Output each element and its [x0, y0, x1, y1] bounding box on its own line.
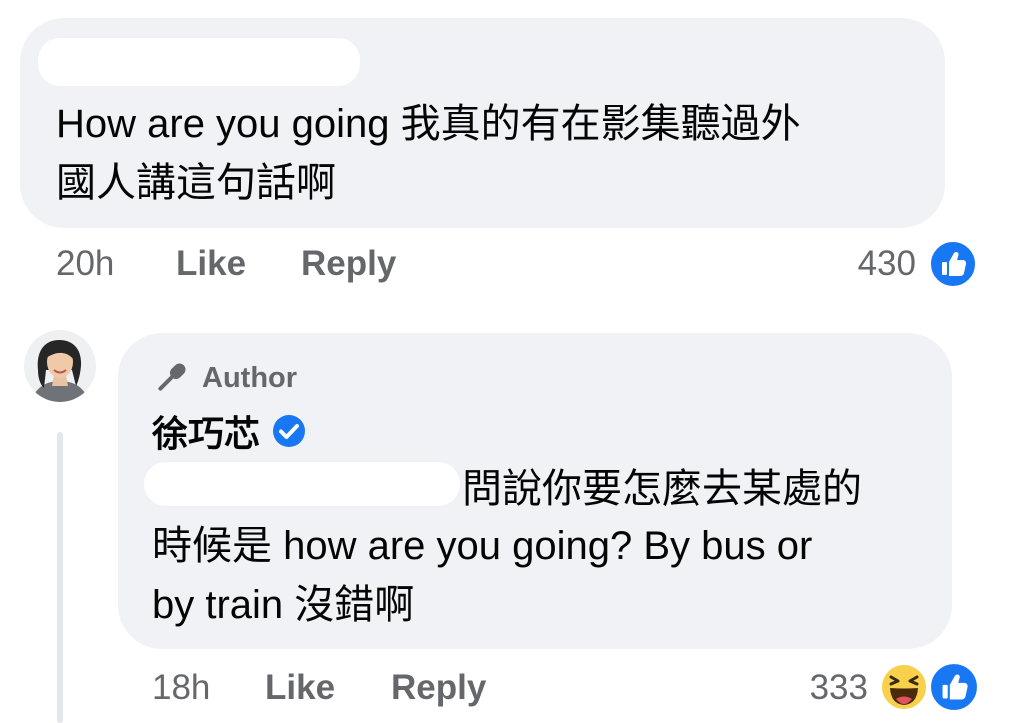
comment-text: How are you going 我真的有在影集聽過外 國人講這句話啊 — [56, 102, 801, 205]
reaction-count[interactable]: 430 — [820, 244, 916, 284]
reply-text: 時候是 how are you going? By bus or by trai… — [152, 524, 813, 627]
like-link[interactable]: Like — [265, 668, 335, 708]
author-badge: Author — [152, 359, 297, 397]
reply-timestamp[interactable]: 18h — [152, 668, 210, 708]
reply-text-line1: 問說你要怎麼去某處的 — [462, 467, 862, 511]
microphone-icon — [158, 363, 186, 391]
thread-line — [57, 432, 63, 723]
avatar[interactable] — [24, 330, 96, 402]
redacted-mention — [144, 462, 460, 506]
redacted-author-name — [38, 38, 360, 86]
comment-bubble: How are you going 我真的有在影集聽過外 國人講這句話啊 — [20, 18, 945, 228]
author-name[interactable]: 徐巧芯 — [152, 405, 260, 457]
reply-bubble: Author 徐巧芯 問說你要怎麼去某處的 時候是 how are you go… — [118, 333, 952, 649]
author-badge-label: Author — [202, 361, 298, 394]
verified-badge-icon — [273, 415, 306, 447]
reply-link[interactable]: Reply — [301, 244, 396, 284]
haha-icon[interactable] — [879, 662, 929, 712]
comment-timestamp[interactable]: 20h — [56, 244, 114, 284]
reply-link[interactable]: Reply — [391, 668, 486, 708]
reaction-count[interactable]: 333 — [770, 668, 868, 708]
like-icon[interactable] — [929, 662, 979, 712]
like-link[interactable]: Like — [176, 244, 246, 284]
like-icon[interactable] — [929, 240, 977, 288]
